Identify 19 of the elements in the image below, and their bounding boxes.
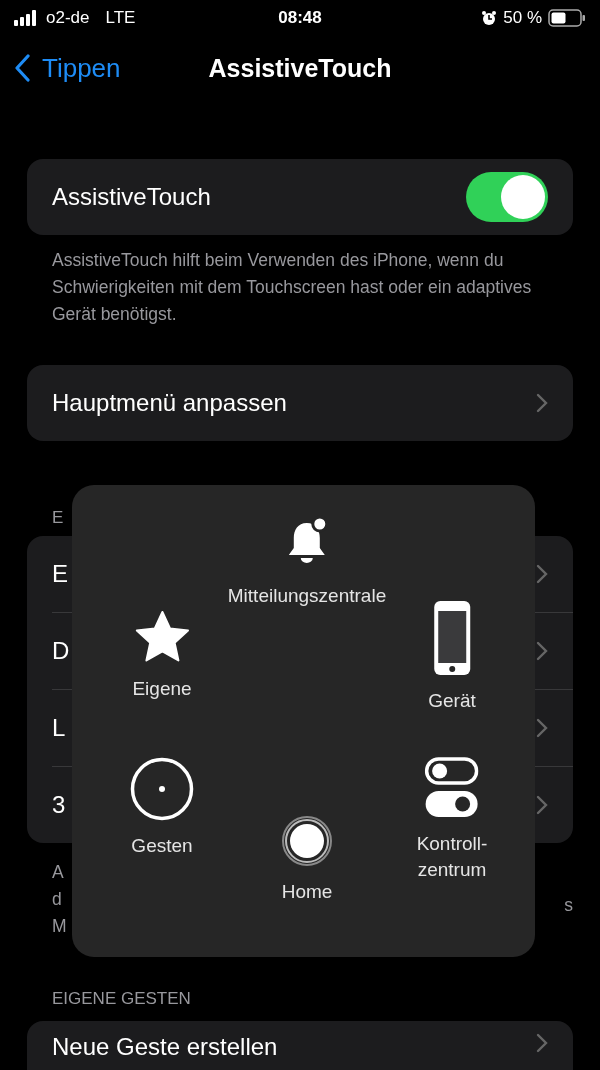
footnote-text: s [564,894,573,917]
row-label: Neue Geste erstellen [52,1033,278,1061]
row-label: D [52,637,70,665]
footnote-text: A [52,861,65,884]
network-label: LTE [105,8,136,28]
section-header: E [52,508,65,528]
section-header: EIGENE GESTEN [52,989,192,1009]
page-title: AssistiveTouch [208,53,392,83]
footnote-text: d [52,888,63,911]
row-label: L [52,714,66,742]
row-label: 3 [52,791,66,819]
battery-percent: 50 % [503,8,542,28]
status-time: 08:48 [278,8,322,28]
carrier-label: o2-de [46,8,90,28]
row-label: E [52,560,68,588]
setting-label: AssistiveTouch [52,183,211,211]
footnote-text: M [52,915,67,938]
row-label: Hauptmenü anpassen [52,389,287,417]
description-text: AssistiveTouch hilft beim Verwenden des iPhone, wenn du Schwierigkeiten mit dem Touchscreen hast oder ein adaptives Gerät benötigst. [52,249,533,326]
